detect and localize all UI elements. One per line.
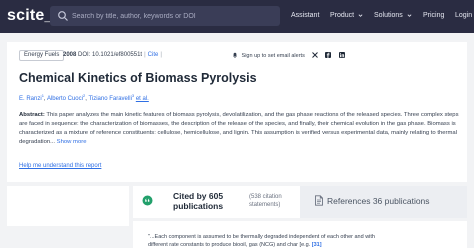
bell-icon — [233, 52, 237, 58]
et-al-link[interactable]: et al. — [136, 96, 149, 102]
publication-year: 2008 — [63, 52, 77, 58]
quote-bubble-icon — [142, 195, 153, 206]
references-label: References 36 publications — [327, 196, 430, 206]
abstract: Abstract: This paper analyzes the main k… — [19, 111, 460, 147]
snippet-reference[interactable]: [31] — [312, 242, 322, 248]
twitter-icon[interactable] — [312, 52, 318, 58]
citation-tabs: Cited by 605 publications (538 citation … — [133, 186, 467, 218]
paper-card: Energy Fuels 2008 DOI: 10.1021/ef800551t… — [7, 42, 467, 182]
cite-link[interactable]: Cite — [148, 52, 159, 58]
facebook-icon[interactable] — [325, 52, 332, 58]
citation-statements: (538 citation statements) — [249, 193, 282, 209]
help-understand-link[interactable]: Help me understand this report — [19, 163, 101, 169]
snippet-line1: "...Each component is assumed to be ther… — [148, 234, 375, 240]
journal-badge[interactable]: Energy Fuels — [19, 50, 65, 61]
search-input[interactable] — [72, 6, 272, 26]
author-link[interactable]: Alberto Cuoci — [47, 96, 83, 102]
email-alert-link[interactable]: Sign up to set email alerts — [232, 52, 305, 59]
citation-snippet: "...Each component is assumed to be ther… — [133, 221, 467, 248]
sidebar-panel — [7, 186, 129, 226]
search-icon — [58, 11, 68, 21]
author-link[interactable]: E. Ranzi — [19, 96, 42, 102]
citation-statements-line1: (538 citation — [249, 194, 282, 200]
tab-references[interactable]: References 36 publications — [300, 186, 467, 218]
paper-title: Chemical Kinetics of Biomass Pyrolysis — [19, 71, 257, 85]
chevron-down-icon — [407, 14, 412, 17]
nav-assistant[interactable]: Assistant — [291, 12, 319, 19]
social-share — [312, 52, 348, 70]
nav-login[interactable]: Login — [455, 12, 472, 19]
nav-pricing[interactable]: Pricing — [423, 12, 444, 19]
snippet-line2: different rate constants to produce bioo… — [148, 242, 311, 248]
author-link[interactable]: Tiziano Faravelli — [88, 96, 131, 102]
cited-by-line2: publications — [173, 201, 224, 211]
cited-by-count: Cited by 605 publications — [173, 191, 223, 211]
author-list: E. Ranzi1, Alberto Cuoci2, Tiziano Farav… — [19, 93, 149, 102]
chevron-down-icon — [358, 14, 363, 17]
paper-meta: 2008 DOI: 10.1021/ef800551t | Cite | — [63, 52, 162, 58]
tab-cited-by[interactable]: Cited by 605 publications (538 citation … — [133, 186, 300, 218]
scite-logo[interactable]: scite_ — [7, 7, 54, 25]
top-navbar: scite_ Assistant Product Solutions Prici… — [0, 0, 474, 33]
nav-solutions[interactable]: Solutions — [374, 12, 412, 19]
search-box[interactable] — [50, 6, 280, 26]
citation-statements-line2: statements) — [249, 202, 281, 208]
show-more-link[interactable]: Show more — [57, 139, 87, 145]
cited-by-line1: Cited by 605 — [173, 191, 224, 201]
nav-solutions-label: Solutions — [374, 12, 403, 19]
doi-text: DOI: 10.1021/ef800551t — [78, 52, 143, 58]
email-alert-label: Sign up to set email alerts — [241, 53, 305, 59]
abstract-label: Abstract: — [19, 112, 45, 118]
linkedin-icon[interactable] — [338, 52, 345, 58]
document-icon — [315, 195, 323, 206]
nav-product-label: Product — [330, 12, 355, 19]
nav-product[interactable]: Product — [330, 12, 363, 19]
author-affiliation: 3 — [131, 93, 135, 98]
